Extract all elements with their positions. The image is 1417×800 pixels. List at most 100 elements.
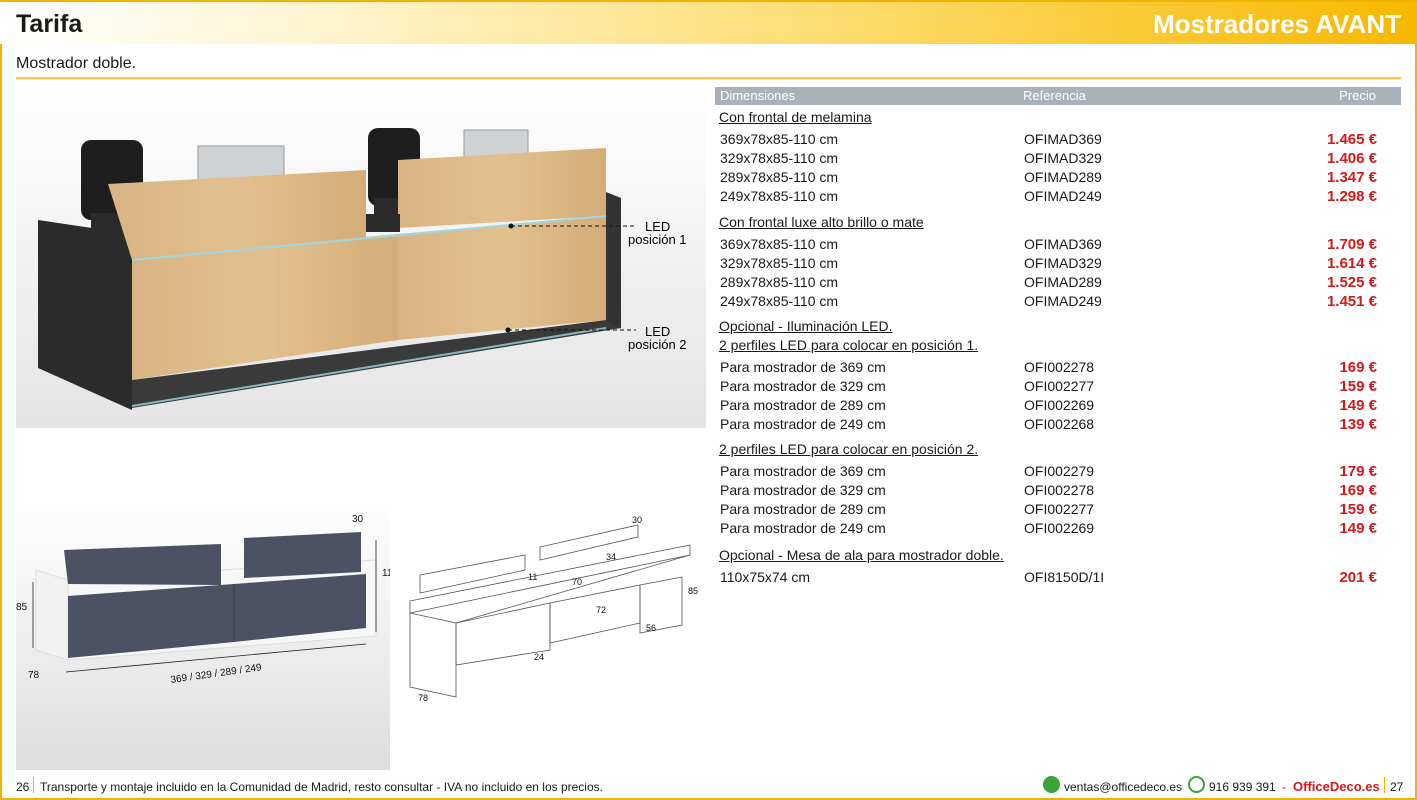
- cell-dimension: 289x78x85-110 cm: [720, 169, 839, 185]
- cell-price: 149 €: [1339, 520, 1377, 537]
- price-table: Dimensiones Referencia Precio Con fronta…: [715, 87, 1401, 587]
- sketch-dim-78: 78: [418, 693, 428, 703]
- product-photo: LED posición 1 LED posición 2: [16, 88, 706, 428]
- cell-reference: OFI002277: [1024, 501, 1095, 517]
- page-number-right: 27: [1390, 780, 1404, 794]
- cell-price: 179 €: [1339, 463, 1377, 480]
- table-row: 289x78x85-110 cm OFIMAD289 1.347 €: [715, 168, 1401, 187]
- cell-reference: OFIMAD249: [1024, 188, 1102, 204]
- table-row: 110x75x74 cm OFI8150D/1I 201 €: [715, 568, 1401, 587]
- dimension-render: 30 110 85 78 369 / 329 / 289 / 249: [16, 500, 390, 770]
- section-title: 2 perfiles LED para colocar en posición …: [719, 337, 979, 353]
- cell-dimension: 110x75x74 cm: [720, 569, 811, 585]
- cell-price: 169 €: [1339, 482, 1377, 499]
- cell-reference: OFI002278: [1024, 359, 1095, 375]
- sketch-dim-70: 70: [572, 577, 582, 587]
- cell-dimension: Para mostrador de 329 cm: [720, 482, 886, 498]
- cell-dimension: Para mostrador de 369 cm: [720, 463, 886, 479]
- cell-dimension: 329x78x85-110 cm: [720, 255, 839, 271]
- cell-dimension: Para mostrador de 369 cm: [720, 359, 886, 375]
- sketch-dim-24: 24: [534, 652, 544, 662]
- cell-price: 1.406 €: [1326, 150, 1377, 167]
- page-frame-left: [0, 0, 2, 800]
- cell-reference: OFIMAD329: [1024, 255, 1102, 271]
- table-header: Dimensiones Referencia Precio: [715, 87, 1401, 105]
- page-header: Tarifa Mostradores AVANT: [0, 0, 1417, 44]
- technical-sketch: 30 34 11 70 72 85 56 24 78: [409, 515, 698, 703]
- cell-reference: OFIMAD369: [1024, 131, 1102, 147]
- cell-reference: OFI002269: [1024, 520, 1095, 536]
- cell-reference: OFIMAD249: [1024, 293, 1102, 309]
- cell-dimension: 329x78x85-110 cm: [720, 150, 839, 166]
- section-title: 2 perfiles LED para colocar en posición …: [719, 441, 979, 457]
- footer-brand[interactable]: OfficeDeco.es: [1293, 779, 1380, 794]
- cell-reference: OFI8150D/1I: [1024, 569, 1105, 585]
- cell-dimension: Para mostrador de 249 cm: [720, 416, 886, 432]
- sketch-dim-30: 30: [632, 515, 642, 525]
- cell-price: 149 €: [1339, 397, 1377, 414]
- header-dimensiones: Dimensiones: [720, 88, 796, 103]
- cell-reference: OFIMAD329: [1024, 150, 1102, 166]
- footer-dash: -: [1282, 780, 1286, 794]
- cell-price: 139 €: [1339, 416, 1377, 433]
- cell-dimension: 249x78x85-110 cm: [720, 293, 839, 309]
- footer-note: Transporte y montaje incluido en la Comu…: [40, 780, 603, 794]
- table-row: Para mostrador de 289 cm OFI002269 149 €: [715, 396, 1401, 415]
- cell-dimension: Para mostrador de 329 cm: [720, 378, 886, 394]
- table-row: Para mostrador de 369 cm OFI002278 169 €: [715, 358, 1401, 377]
- cell-reference: OFIMAD289: [1024, 274, 1102, 290]
- dim-30: 30: [352, 514, 364, 525]
- product-subtitle: Mostrador doble.: [16, 55, 137, 72]
- top-panel-right: [398, 148, 606, 228]
- page-footer: 26 Transporte y montaje incluido en la C…: [0, 770, 1417, 798]
- email-icon: [1043, 776, 1060, 793]
- dim-85: 85: [16, 602, 28, 613]
- sketch-dim-34: 34: [606, 552, 616, 562]
- section-title: Opcional - Iluminación LED.: [719, 318, 893, 334]
- cell-dimension: 289x78x85-110 cm: [720, 274, 839, 290]
- footer-divider-right: [1384, 777, 1385, 793]
- header-right-title: Mostradores AVANT: [1153, 9, 1401, 39]
- cell-price: 201 €: [1339, 569, 1377, 586]
- table-row: 289x78x85-110 cm OFIMAD289 1.525 €: [715, 273, 1401, 292]
- cell-dimension: 369x78x85-110 cm: [720, 131, 839, 147]
- cell-dimension: 249x78x85-110 cm: [720, 188, 839, 204]
- cell-price: 159 €: [1339, 378, 1377, 395]
- cell-price: 1.347 €: [1326, 169, 1377, 186]
- table-row: Para mostrador de 369 cm OFI002279 179 €: [715, 462, 1401, 481]
- table-row: 369x78x85-110 cm OFIMAD369 1.709 €: [715, 235, 1401, 254]
- cell-reference: OFI002277: [1024, 378, 1095, 394]
- sketch-dim-72: 72: [596, 605, 606, 615]
- front-panel-right: [398, 216, 606, 340]
- cell-price: 1.451 €: [1326, 293, 1377, 310]
- section-title: Opcional - Mesa de ala para mostrador do…: [719, 547, 1004, 563]
- dim-110: 110: [382, 568, 390, 579]
- table-sections: Con frontal de melamina 369x78x85-110 cm O…: [715, 108, 1401, 587]
- footer-email[interactable]: ventas@officedeco.es: [1064, 780, 1182, 794]
- table-row: Para mostrador de 249 cm OFI002269 149 €: [715, 519, 1401, 538]
- led-sublabel-2: posición 2: [628, 337, 687, 352]
- cell-price: 1.525 €: [1326, 274, 1377, 291]
- cell-reference: OFI002279: [1024, 463, 1095, 479]
- cell-reference: OFIMAD289: [1024, 169, 1102, 185]
- cell-dimension: Para mostrador de 249 cm: [720, 520, 886, 536]
- table-row: 249x78x85-110 cm OFIMAD249 1.298 €: [715, 187, 1401, 206]
- table-row: Para mostrador de 329 cm OFI002277 159 €: [715, 377, 1401, 396]
- cell-dimension: Para mostrador de 289 cm: [720, 501, 886, 517]
- cell-price: 159 €: [1339, 501, 1377, 518]
- phone-icon: [1188, 776, 1205, 793]
- section-title: Con frontal luxe alto brillo o mate: [719, 214, 924, 230]
- table-row: 329x78x85-110 cm OFIMAD329 1.406 €: [715, 149, 1401, 168]
- header-precio: Precio: [1339, 88, 1376, 103]
- cell-reference: OFI002269: [1024, 397, 1095, 413]
- table-row: 369x78x85-110 cm OFIMAD369 1.465 €: [715, 130, 1401, 149]
- cell-price: 169 €: [1339, 359, 1377, 376]
- footer-phone: 916 939 391: [1209, 780, 1276, 794]
- cell-price: 1.465 €: [1326, 131, 1377, 148]
- table-row: Para mostrador de 329 cm OFI002278 169 €: [715, 481, 1401, 500]
- cell-price: 1.709 €: [1326, 236, 1377, 253]
- table-row: Para mostrador de 249 cm OFI002268 139 €: [715, 415, 1401, 434]
- cell-price: 1.298 €: [1326, 188, 1377, 205]
- page-number-left: 26: [16, 780, 30, 794]
- header-referencia: Referencia: [1023, 88, 1086, 103]
